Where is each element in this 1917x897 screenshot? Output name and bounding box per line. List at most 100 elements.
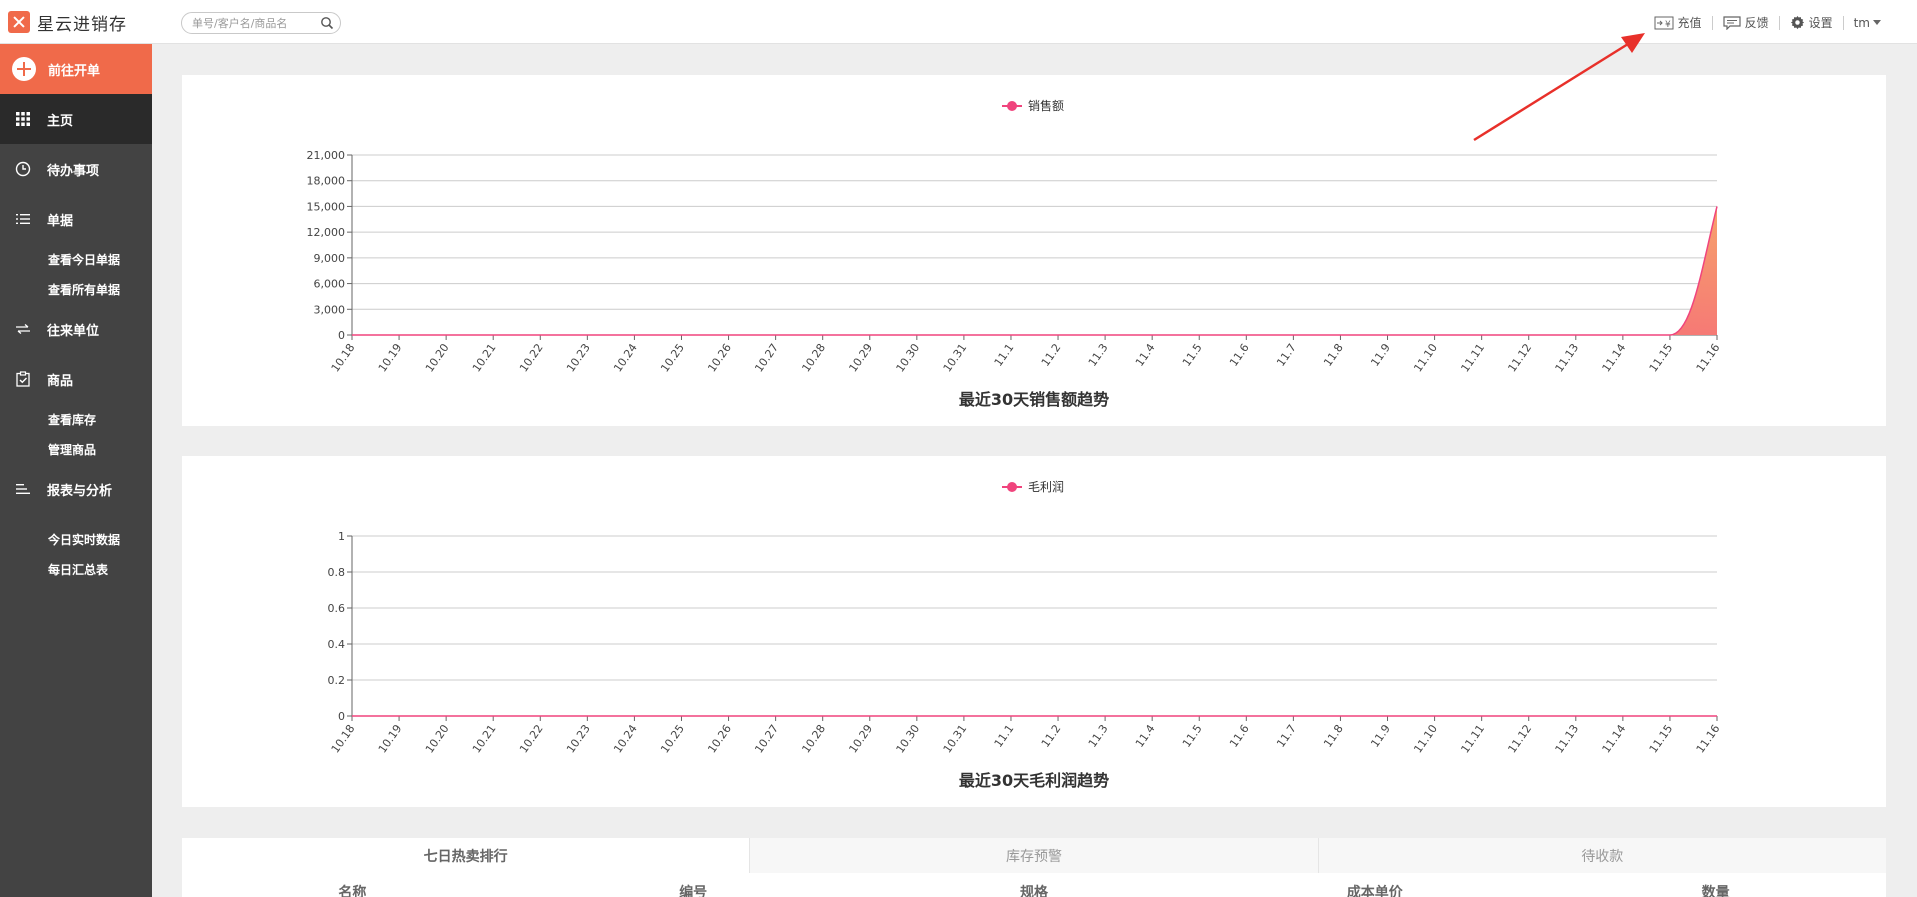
x-tick-label: 10.20 <box>423 341 452 374</box>
list-icon <box>16 214 30 224</box>
user-name: tm <box>1853 15 1870 30</box>
app-logo[interactable]: 星云进销存 <box>8 11 127 35</box>
legend-marker <box>1007 482 1017 492</box>
y-tick-label: 3,000 <box>314 303 346 316</box>
x-tick-label: 10.23 <box>564 722 593 755</box>
sidebar-item-reports[interactable]: 报表与分析 <box>0 464 152 514</box>
feedback-icon <box>1722 15 1741 30</box>
x-tick-label: 10.31 <box>941 341 970 374</box>
sidebar-item-label: 待办事项 <box>47 163 100 179</box>
x-tick-label: 11.2 <box>1039 341 1064 369</box>
sidebar-item-label: 报表与分析 <box>47 483 113 499</box>
search-box[interactable] <box>181 12 341 34</box>
x-tick-label: 11.10 <box>1411 722 1440 755</box>
y-tick-label: 6,000 <box>314 278 346 291</box>
x-tick-label: 11.10 <box>1411 341 1440 374</box>
x-tick-label: 11.13 <box>1553 341 1582 374</box>
settings-label: 设置 <box>1808 16 1833 30</box>
x-tick-label: 11.13 <box>1553 722 1582 755</box>
sidebar-item-contacts[interactable]: 往来单位 <box>0 304 152 354</box>
sidebar-item-label: 商品 <box>47 373 74 389</box>
recharge-icon: ¥ <box>1654 16 1674 30</box>
x-tick-label: 11.8 <box>1321 341 1346 369</box>
legend-label: 销售额 <box>1028 98 1064 113</box>
feedback-link[interactable]: 反馈 <box>1722 14 1769 31</box>
chevron-down-icon <box>1873 20 1881 25</box>
x-tick-label: 10.27 <box>752 722 781 755</box>
x-tick-label: 10.26 <box>705 341 734 374</box>
sidebar-subitem-manage-goods[interactable]: 管理商品 <box>0 434 152 464</box>
y-tick-label: 9,000 <box>314 252 346 265</box>
user-menu[interactable]: tm <box>1854 16 1881 30</box>
divider <box>1778 15 1780 30</box>
x-tick-label: 11.16 <box>1694 722 1723 755</box>
top-nav: ¥ 充值 反馈 设置 tm <box>1654 14 1881 31</box>
x-tick-label: 10.25 <box>658 722 687 755</box>
x-tick-label: 11.15 <box>1647 341 1676 374</box>
x-tick-label: 11.6 <box>1227 341 1252 369</box>
x-tick-label: 10.20 <box>423 722 452 755</box>
column-header-spec[interactable]: 规格 <box>864 873 1205 897</box>
settings-link[interactable]: 设置 <box>1790 14 1833 31</box>
x-tick-label: 11.7 <box>1274 341 1299 369</box>
tab-stock-alert[interactable]: 库存预警 <box>749 838 1317 873</box>
column-header-name[interactable]: 名称 <box>182 873 523 897</box>
x-tick-label: 11.5 <box>1180 722 1205 750</box>
sidebar-subitem-daily-summary[interactable]: 每日汇总表 <box>0 554 152 584</box>
column-header-unit-cost[interactable]: 成本单价 <box>1204 873 1545 897</box>
x-tick-label: 10.21 <box>470 722 499 755</box>
recharge-link[interactable]: ¥ 充值 <box>1654 14 1702 31</box>
x-tick-label: 10.22 <box>517 722 546 755</box>
x-tick-label: 11.11 <box>1458 722 1487 755</box>
bar-list-icon <box>16 484 30 494</box>
y-tick-label: 0.4 <box>328 638 346 651</box>
x-tick-label: 11.12 <box>1505 722 1534 755</box>
sidebar-subitem-docs-all[interactable]: 查看所有单据 <box>0 274 152 304</box>
sales-chart-panel: 销售额 0 3,000 6,000 9,000 12,000 15,000 18,000 21,… <box>182 75 1886 426</box>
y-tick-label: 0.2 <box>328 674 346 687</box>
y-tick-label: 0.8 <box>328 566 346 579</box>
x-tick-label: 10.27 <box>752 341 781 374</box>
tab-hot-sales[interactable]: 七日热卖排行 <box>182 838 750 873</box>
divider <box>1711 15 1713 30</box>
legend: 销售额 <box>1002 98 1064 113</box>
x-tick-label: 10.28 <box>799 722 828 755</box>
grid-icon <box>16 112 30 126</box>
x-tick-label: 11.16 <box>1694 341 1723 374</box>
search-icon[interactable] <box>320 16 334 30</box>
legend-marker <box>1007 101 1017 111</box>
x-tick-label: 11.3 <box>1086 722 1111 750</box>
series-line <box>352 206 1718 336</box>
x-tick-label: 10.30 <box>894 722 923 755</box>
column-header-code[interactable]: 编号 <box>523 873 864 897</box>
sidebar-item-docs[interactable]: 单据 <box>0 194 152 244</box>
search-input[interactable] <box>192 16 317 30</box>
legend: 毛利润 <box>1002 480 1064 494</box>
y-tick-label: 15,000 <box>307 200 346 213</box>
x-tick-label: 11.4 <box>1133 341 1158 369</box>
create-order-button[interactable]: 前往开单 <box>0 44 152 94</box>
sidebar-item-home[interactable]: 主页 <box>0 94 152 144</box>
x-tick-label: 11.5 <box>1180 341 1205 369</box>
sidebar-subitem-realtime[interactable]: 今日实时数据 <box>0 524 152 554</box>
column-header-quantity[interactable]: 数量 <box>1545 873 1886 897</box>
y-tick-label: 0 <box>338 329 345 342</box>
sidebar-subitem-stock[interactable]: 查看库存 <box>0 404 152 434</box>
x-tick-label: 11.1 <box>992 341 1017 369</box>
sidebar-subitem-docs-today[interactable]: 查看今日单据 <box>0 244 152 274</box>
sidebar-item-goods[interactable]: 商品 <box>0 354 152 404</box>
chart-title: 最近30天毛利润趋势 <box>959 771 1109 790</box>
legend-label: 毛利润 <box>1028 480 1064 494</box>
recharge-label: 充值 <box>1677 16 1702 30</box>
ranking-tabs: 七日热卖排行 库存预警 待收款 <box>182 838 1886 873</box>
x-tick-label: 11.9 <box>1368 722 1393 750</box>
sidebar-item-todo[interactable]: 待办事项 <box>0 144 152 194</box>
tab-receivables[interactable]: 待收款 <box>1317 838 1886 873</box>
x-tick-label: 10.28 <box>799 341 828 374</box>
series-area <box>352 206 1717 335</box>
x-tick-label: 10.19 <box>376 341 405 374</box>
sales-trend-chart: 销售额 0 3,000 6,000 9,000 12,000 15,000 18,000 21,… <box>307 98 1723 409</box>
x-tick-label: 11.4 <box>1133 722 1158 750</box>
app-name: 星云进销存 <box>37 14 127 35</box>
